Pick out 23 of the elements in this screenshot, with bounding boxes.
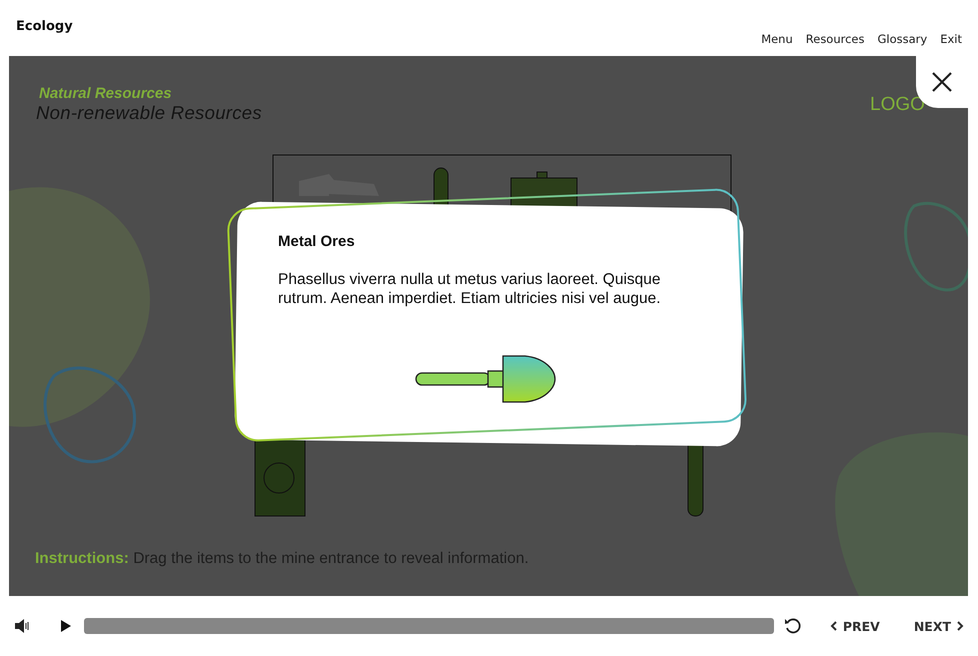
popup-title: Metal Ores (278, 233, 355, 250)
progress-track[interactable] (84, 618, 774, 634)
speaker-icon (14, 619, 30, 633)
play-icon (60, 619, 72, 633)
course-title: Ecology (16, 18, 73, 36)
chevron-left-icon (830, 621, 837, 631)
play-button[interactable] (60, 619, 72, 633)
nav-link[interactable]: Menu (761, 32, 793, 46)
close-icon (931, 71, 953, 93)
prev-button[interactable]: PREV (830, 618, 880, 634)
replay-button[interactable] (784, 617, 802, 635)
slide-subtitle: Natural Resources (38, 85, 173, 102)
nav-link[interactable]: Exit (940, 32, 962, 46)
chevron-right-icon (957, 621, 964, 631)
nav-link[interactable]: Glossary (878, 32, 928, 46)
popup-text: Phasellus viverra nulla ut metus varius laoreet. Quisque rutrum. Aenean imperdiet. Etiam ultricies nisi vel augue. (278, 270, 662, 308)
nav-link[interactable]: Resources (806, 32, 864, 46)
shovel-icon (415, 354, 557, 404)
logo-text: LOGO (870, 94, 925, 116)
replay-icon (784, 617, 802, 635)
slide-title: Non-renewable Resources (36, 102, 262, 124)
next-button[interactable]: NEXT (914, 618, 964, 634)
volume-button[interactable] (14, 619, 30, 633)
